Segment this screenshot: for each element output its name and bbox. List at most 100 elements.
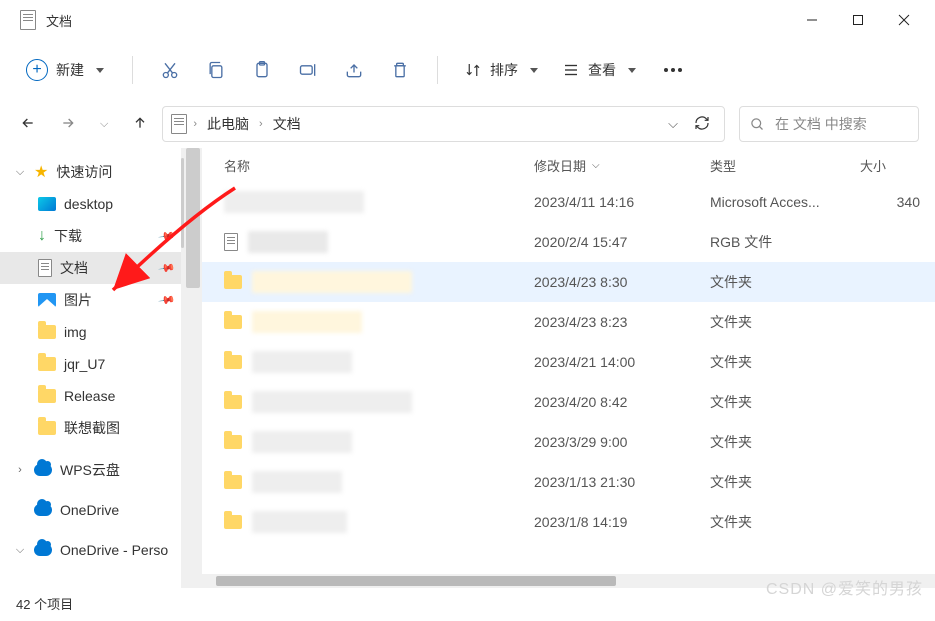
copy-button[interactable] — [197, 51, 235, 89]
folder-icon — [224, 275, 242, 289]
chevron-right-icon: › — [193, 118, 197, 130]
chevron-down-icon[interactable]: ⌵ — [668, 116, 678, 132]
pin-icon: 📌 — [158, 227, 177, 246]
forward-button[interactable] — [60, 115, 76, 134]
folder-icon — [38, 389, 56, 403]
nav-arrows: ⌵ — [20, 115, 148, 134]
separator — [437, 56, 438, 84]
desktop-icon — [38, 197, 56, 211]
folder-icon — [38, 421, 56, 435]
star-icon: ★ — [34, 162, 48, 182]
share-button[interactable] — [335, 51, 373, 89]
sort-button[interactable]: 排序 — [456, 56, 546, 84]
watermark: CSDN @爱笑的男孩 — [766, 575, 923, 599]
sidebar-item-img[interactable]: img — [0, 316, 184, 348]
sidebar-item-desktop[interactable]: desktop — [0, 188, 184, 220]
sidebar-item-pictures[interactable]: 图片📌 — [0, 284, 184, 316]
sidebar-quick-access[interactable]: ⌵ ★ 快速访问 — [0, 156, 184, 188]
picture-icon — [38, 293, 56, 307]
search-box[interactable]: 在 文档 中搜索 — [739, 106, 919, 142]
maximize-button[interactable] — [835, 2, 881, 38]
close-button[interactable] — [881, 2, 927, 38]
rename-button[interactable] — [289, 51, 327, 89]
cloud-icon — [34, 544, 52, 556]
cloud-icon — [34, 504, 52, 516]
separator — [132, 56, 133, 84]
plus-icon: + — [26, 59, 48, 81]
address-bar[interactable]: › 此电脑 › 文档 ⌵ — [162, 106, 725, 142]
history-button[interactable]: ⌵ — [100, 118, 108, 131]
col-date[interactable]: 修改日期⌵ — [534, 156, 710, 175]
table-row[interactable]: 2023/4/11 14:16Microsoft Acces...340 — [202, 182, 935, 222]
table-row[interactable]: 2020/2/4 15:47RGB 文件 — [202, 222, 935, 262]
chevron-down-icon — [96, 68, 104, 73]
sidebar-item-downloads[interactable]: ↓下载📌 — [0, 220, 184, 252]
location-icon — [171, 114, 187, 134]
chevron-right-icon: › — [259, 118, 263, 130]
table-row[interactable]: 2023/4/20 8:42文件夹 — [202, 382, 935, 422]
paste-button[interactable] — [243, 51, 281, 89]
window-controls — [789, 2, 927, 38]
sidebar-item-jqr[interactable]: jqr_U7 — [0, 348, 184, 380]
sidebar-onedrive[interactable]: ›OneDrive — [0, 494, 184, 526]
table-row[interactable]: 2023/1/13 21:30文件夹 — [202, 462, 935, 502]
chevron-right-icon: › — [14, 464, 26, 476]
search-icon — [750, 117, 765, 132]
sidebar-item-documents[interactable]: 文档📌 — [0, 252, 184, 284]
sidebar-item-release[interactable]: Release — [0, 380, 184, 412]
delete-button[interactable] — [381, 51, 419, 89]
col-size[interactable]: 大小 — [860, 156, 920, 175]
table-row[interactable]: 2023/4/23 8:23文件夹 — [202, 302, 935, 342]
sidebar: ⌵ ★ 快速访问 desktop ↓下载📌 文档📌 图片📌 img jqr_U7… — [0, 148, 184, 588]
new-button[interactable]: + 新建 — [16, 53, 114, 87]
search-placeholder: 在 文档 中搜索 — [775, 114, 867, 134]
table-row[interactable]: 2023/4/21 14:00文件夹 — [202, 342, 935, 382]
new-label: 新建 — [56, 60, 84, 80]
folder-icon — [224, 395, 242, 409]
pin-icon: 📌 — [158, 259, 177, 278]
chevron-down-icon: ⌵ — [14, 544, 26, 557]
chevron-down-icon: ⌵ — [14, 166, 26, 179]
toolbar: + 新建 排序 查看 — [0, 40, 935, 100]
file-icon — [224, 233, 238, 251]
download-icon: ↓ — [38, 227, 46, 245]
up-button[interactable] — [132, 115, 148, 134]
table-row[interactable]: 2023/3/29 9:00文件夹 — [202, 422, 935, 462]
document-icon — [38, 259, 52, 277]
sidebar-wps[interactable]: ›WPS云盘 — [0, 454, 184, 486]
table-row[interactable]: 2023/1/8 14:19文件夹 — [202, 502, 935, 542]
refresh-button[interactable] — [694, 115, 710, 134]
main: ⌵ ★ 快速访问 desktop ↓下载📌 文档📌 图片📌 img jqr_U7… — [0, 148, 935, 588]
sidebar-onedrive-personal[interactable]: ⌵OneDrive - Perso — [0, 534, 184, 566]
view-button[interactable]: 查看 — [554, 56, 644, 84]
cut-button[interactable] — [151, 51, 189, 89]
folder-icon — [224, 515, 242, 529]
content-scrollbar-left[interactable] — [184, 148, 202, 588]
content: 名称 修改日期⌵ 类型 大小 2023/4/11 14:16Microsoft … — [184, 148, 935, 588]
folder-icon — [38, 357, 56, 371]
sort-label: 排序 — [490, 60, 518, 80]
folder-icon — [224, 475, 242, 489]
folder-icon — [38, 325, 56, 339]
window-title: 文档 — [46, 11, 72, 30]
col-type[interactable]: 类型 — [710, 156, 860, 175]
more-button[interactable] — [652, 68, 694, 72]
nav-row: ⌵ › 此电脑 › 文档 ⌵ 在 文档 中搜索 — [0, 100, 935, 148]
table-row[interactable]: 2023/4/23 8:30文件夹 — [202, 262, 935, 302]
titlebar: 文档 — [0, 0, 935, 40]
sidebar-item-screenshot[interactable]: 联想截图 — [0, 412, 184, 444]
breadcrumb-root[interactable]: 此电脑 — [203, 114, 253, 134]
column-headers[interactable]: 名称 修改日期⌵ 类型 大小 — [202, 148, 935, 182]
breadcrumb-current[interactable]: 文档 — [269, 114, 305, 134]
folder-icon — [224, 355, 242, 369]
app-icon — [20, 10, 36, 30]
view-label: 查看 — [588, 60, 616, 80]
chevron-down-icon — [628, 68, 636, 73]
minimize-button[interactable] — [789, 2, 835, 38]
folder-icon — [224, 315, 242, 329]
col-name[interactable]: 名称 — [224, 156, 534, 175]
chevron-down-icon — [530, 68, 538, 73]
file-list: 名称 修改日期⌵ 类型 大小 2023/4/11 14:16Microsoft … — [202, 148, 935, 588]
back-button[interactable] — [20, 115, 36, 134]
pin-icon: 📌 — [158, 291, 177, 310]
